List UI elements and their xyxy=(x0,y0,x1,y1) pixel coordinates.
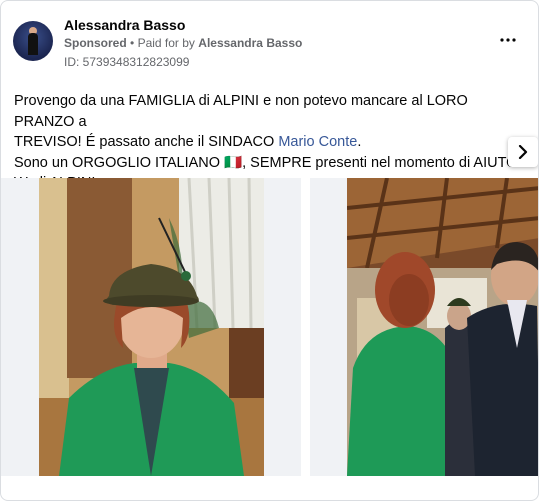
photo-woman-and-mayor[interactable] xyxy=(347,178,538,476)
image-carousel xyxy=(1,178,538,478)
sponsor-line: Sponsored • Paid for by Alessandra Basso xyxy=(64,36,302,50)
chevron-right-icon xyxy=(518,145,528,159)
photo-woman-alpine-hat[interactable] xyxy=(39,178,264,476)
post-text-line: Provengo da una FAMIGLIA di ALPINI e non… xyxy=(14,93,468,130)
carousel-next-button[interactable] xyxy=(508,137,538,167)
post-text-line: TREVISO! É passato anche il SINDACO Mari… xyxy=(14,132,524,153)
carousel-slide[interactable] xyxy=(310,178,538,476)
post-text-line: Sono un ORGOGLIO ITALIANO 🇮🇹, SEMPRE pre… xyxy=(14,154,522,171)
more-options-icon[interactable] xyxy=(500,29,516,47)
ad-id: ID: 5739348312823099 xyxy=(64,55,190,69)
post-text-segment: . xyxy=(357,134,362,150)
carousel-slide[interactable] xyxy=(1,178,301,476)
separator-dot: • xyxy=(130,36,138,50)
author-name[interactable]: Alessandra Basso xyxy=(64,17,185,33)
mention-link[interactable]: Mario Conte xyxy=(278,134,357,150)
post-text-segment: TREVISO! É passato anche il SINDACO xyxy=(14,134,279,150)
paid-by-name[interactable]: Alessandra Basso xyxy=(198,36,302,50)
paid-prefix: Paid for by xyxy=(137,36,195,50)
avatar-figure xyxy=(28,33,38,55)
ad-card: Alessandra Basso Sponsored • Paid for by… xyxy=(0,0,539,501)
post-header: Alessandra Basso Sponsored • Paid for by… xyxy=(13,17,526,71)
sponsored-label: Sponsored xyxy=(64,36,127,50)
avatar[interactable] xyxy=(13,21,53,61)
